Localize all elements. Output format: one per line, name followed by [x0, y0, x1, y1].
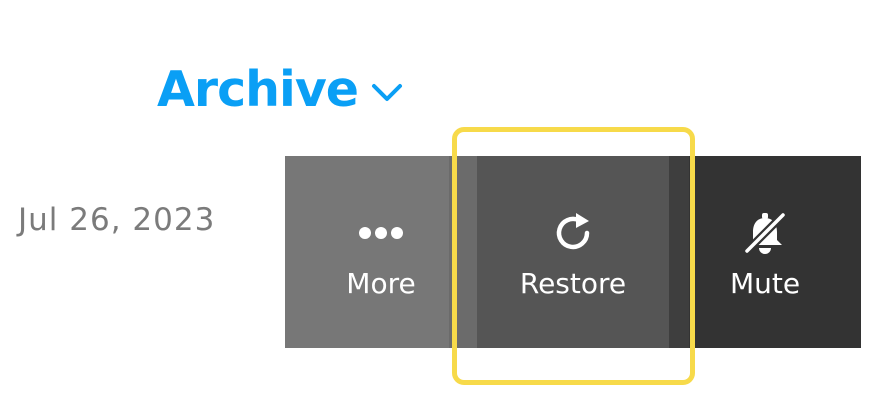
more-dots-icon — [356, 208, 406, 258]
swipe-actions: More Restore Mute — [285, 156, 861, 348]
action-divider-right — [669, 156, 689, 348]
chevron-down-icon — [372, 84, 402, 101]
archive-dropdown[interactable]: Archive — [157, 58, 404, 122]
restore-label: Restore — [519, 267, 627, 300]
action-divider-left — [449, 156, 477, 348]
mute-label: Mute — [729, 267, 801, 300]
restore-button[interactable]: Restore — [477, 156, 669, 348]
bell-slash-icon — [740, 208, 790, 258]
page-title: Archive — [157, 61, 359, 118]
screen: Archive Jul 26, 2023 More Restore Mute — [0, 0, 893, 403]
more-label: More — [346, 267, 416, 300]
row-date: Jul 26, 2023 — [18, 202, 216, 238]
restore-icon — [548, 208, 598, 258]
mute-button[interactable]: Mute — [669, 156, 861, 348]
